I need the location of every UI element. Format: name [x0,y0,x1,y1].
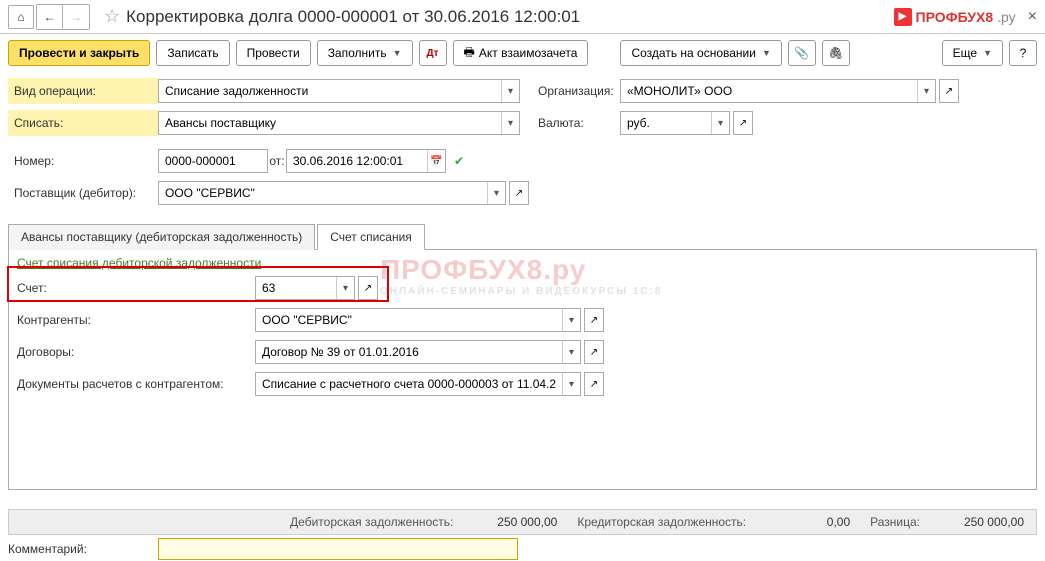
supplier-label: Поставщик (дебитор): [8,186,158,200]
open-external-icon[interactable]: ↗ [584,340,604,364]
date-field[interactable] [287,152,427,170]
help-button[interactable]: ? [1009,40,1037,66]
tab-content: Счет списания дебиторской задолженности … [8,250,1037,490]
dropdown-icon[interactable]: ▾ [917,80,935,102]
logo-icon: ▶ [894,8,912,26]
chevron-down-icon: ▼ [393,48,402,58]
deb-value: 250 000,00 [477,515,557,529]
chevron-down-icon: ▼ [983,48,992,58]
create-based-label: Создать на основании [631,46,756,60]
org-field[interactable] [621,82,917,100]
writeoff-label: Списать: [8,110,158,136]
titlebar: ⌂ ← → ☆ Корректировка долга 0000-000001 … [0,0,1045,34]
date-label: от: [268,154,286,168]
logo-suffix: .ру [997,9,1016,25]
logo: ▶ ПРОФБУХ8.ру [894,8,1016,26]
calendar-icon[interactable]: 📅 [427,150,445,172]
tab-advances[interactable]: Авансы поставщику (дебиторская задолженн… [8,224,315,250]
open-external-icon[interactable]: ↗ [509,181,529,205]
clip-button[interactable]: 🖇 [822,40,850,66]
diff-value: 250 000,00 [944,515,1024,529]
dropdown-icon[interactable]: ▾ [562,373,580,395]
page-title: Корректировка долга 0000-000001 от 30.06… [126,7,893,27]
number-label: Номер: [8,154,158,168]
dropdown-icon[interactable]: ▾ [562,341,580,363]
cred-value: 0,00 [770,515,850,529]
chevron-down-icon: ▼ [762,48,771,58]
create-based-button[interactable]: Создать на основании ▼ [620,40,781,66]
comment-row: Комментарий: [8,537,518,561]
post-button[interactable]: Провести [236,40,311,66]
fill-button[interactable]: Заполнить ▼ [317,40,413,66]
dropdown-icon[interactable]: ▾ [711,112,729,134]
op-type-label: Вид операции: [8,78,158,104]
diff-label: Разница: [870,515,920,529]
offset-label: Акт взаимозачета [479,46,578,60]
offset-act-button[interactable]: 🖶 Акт взаимозачета [453,40,589,66]
open-external-icon[interactable]: ↗ [584,308,604,332]
more-button[interactable]: Еще ▼ [942,40,1003,66]
currency-field[interactable] [621,114,711,132]
contract-label: Договоры: [17,345,255,359]
op-type-field[interactable] [159,82,501,100]
cred-label: Кредиторская задолженность: [577,515,746,529]
dropdown-icon[interactable]: ▾ [501,80,519,102]
dropdown-icon[interactable]: ▾ [487,182,505,204]
logo-text: ПРОФБУХ8 [916,9,994,25]
status-bar: Дебиторская задолженность: 250 000,00 Кр… [8,509,1037,535]
tab-bar: Авансы поставщику (дебиторская задолженн… [8,223,1037,250]
counterparty-field[interactable] [256,311,562,329]
contract-field[interactable] [256,343,562,361]
more-label: Еще [953,46,977,60]
printer-icon: 🖶 [464,43,475,64]
forward-button[interactable]: → [63,5,89,29]
form-area: Вид операции: ▾ Организация: ▾ ↗ Списать… [0,73,1045,215]
comment-label: Комментарий: [8,542,158,556]
save-button[interactable]: Записать [156,40,229,66]
close-icon[interactable]: × [1028,8,1037,26]
home-button[interactable]: ⌂ [8,5,34,29]
attach-button[interactable]: 📎 [788,40,816,66]
dropdown-icon[interactable]: ▾ [501,112,519,134]
open-external-icon[interactable]: ↗ [939,79,959,103]
currency-label: Валюта: [538,116,620,130]
open-external-icon[interactable]: ↗ [584,372,604,396]
deb-label: Дебиторская задолженность: [290,515,453,529]
back-button[interactable]: ← [37,5,63,29]
fill-label: Заполнить [328,46,387,60]
comment-field[interactable] [158,538,518,560]
favorite-star-icon[interactable]: ☆ [104,6,120,27]
toolbar: Провести и закрыть Записать Провести Зап… [0,34,1045,73]
tab-writeoff-account[interactable]: Счет списания [317,224,425,250]
org-label: Организация: [538,84,620,98]
settlement-docs-field[interactable] [256,375,562,393]
writeoff-field[interactable] [159,114,501,132]
open-external-icon[interactable]: ↗ [733,111,753,135]
dt-kt-button[interactable]: Дт [419,40,447,66]
status-posted-icon: ✔ [454,154,464,168]
supplier-field[interactable] [159,184,487,202]
highlight-annotation [7,266,389,302]
dropdown-icon[interactable]: ▾ [562,309,580,331]
post-and-close-button[interactable]: Провести и закрыть [8,40,150,66]
number-field[interactable] [159,152,267,170]
counterparty-label: Контрагенты: [17,313,255,327]
settlement-docs-label: Документы расчетов с контрагентом: [17,377,255,391]
